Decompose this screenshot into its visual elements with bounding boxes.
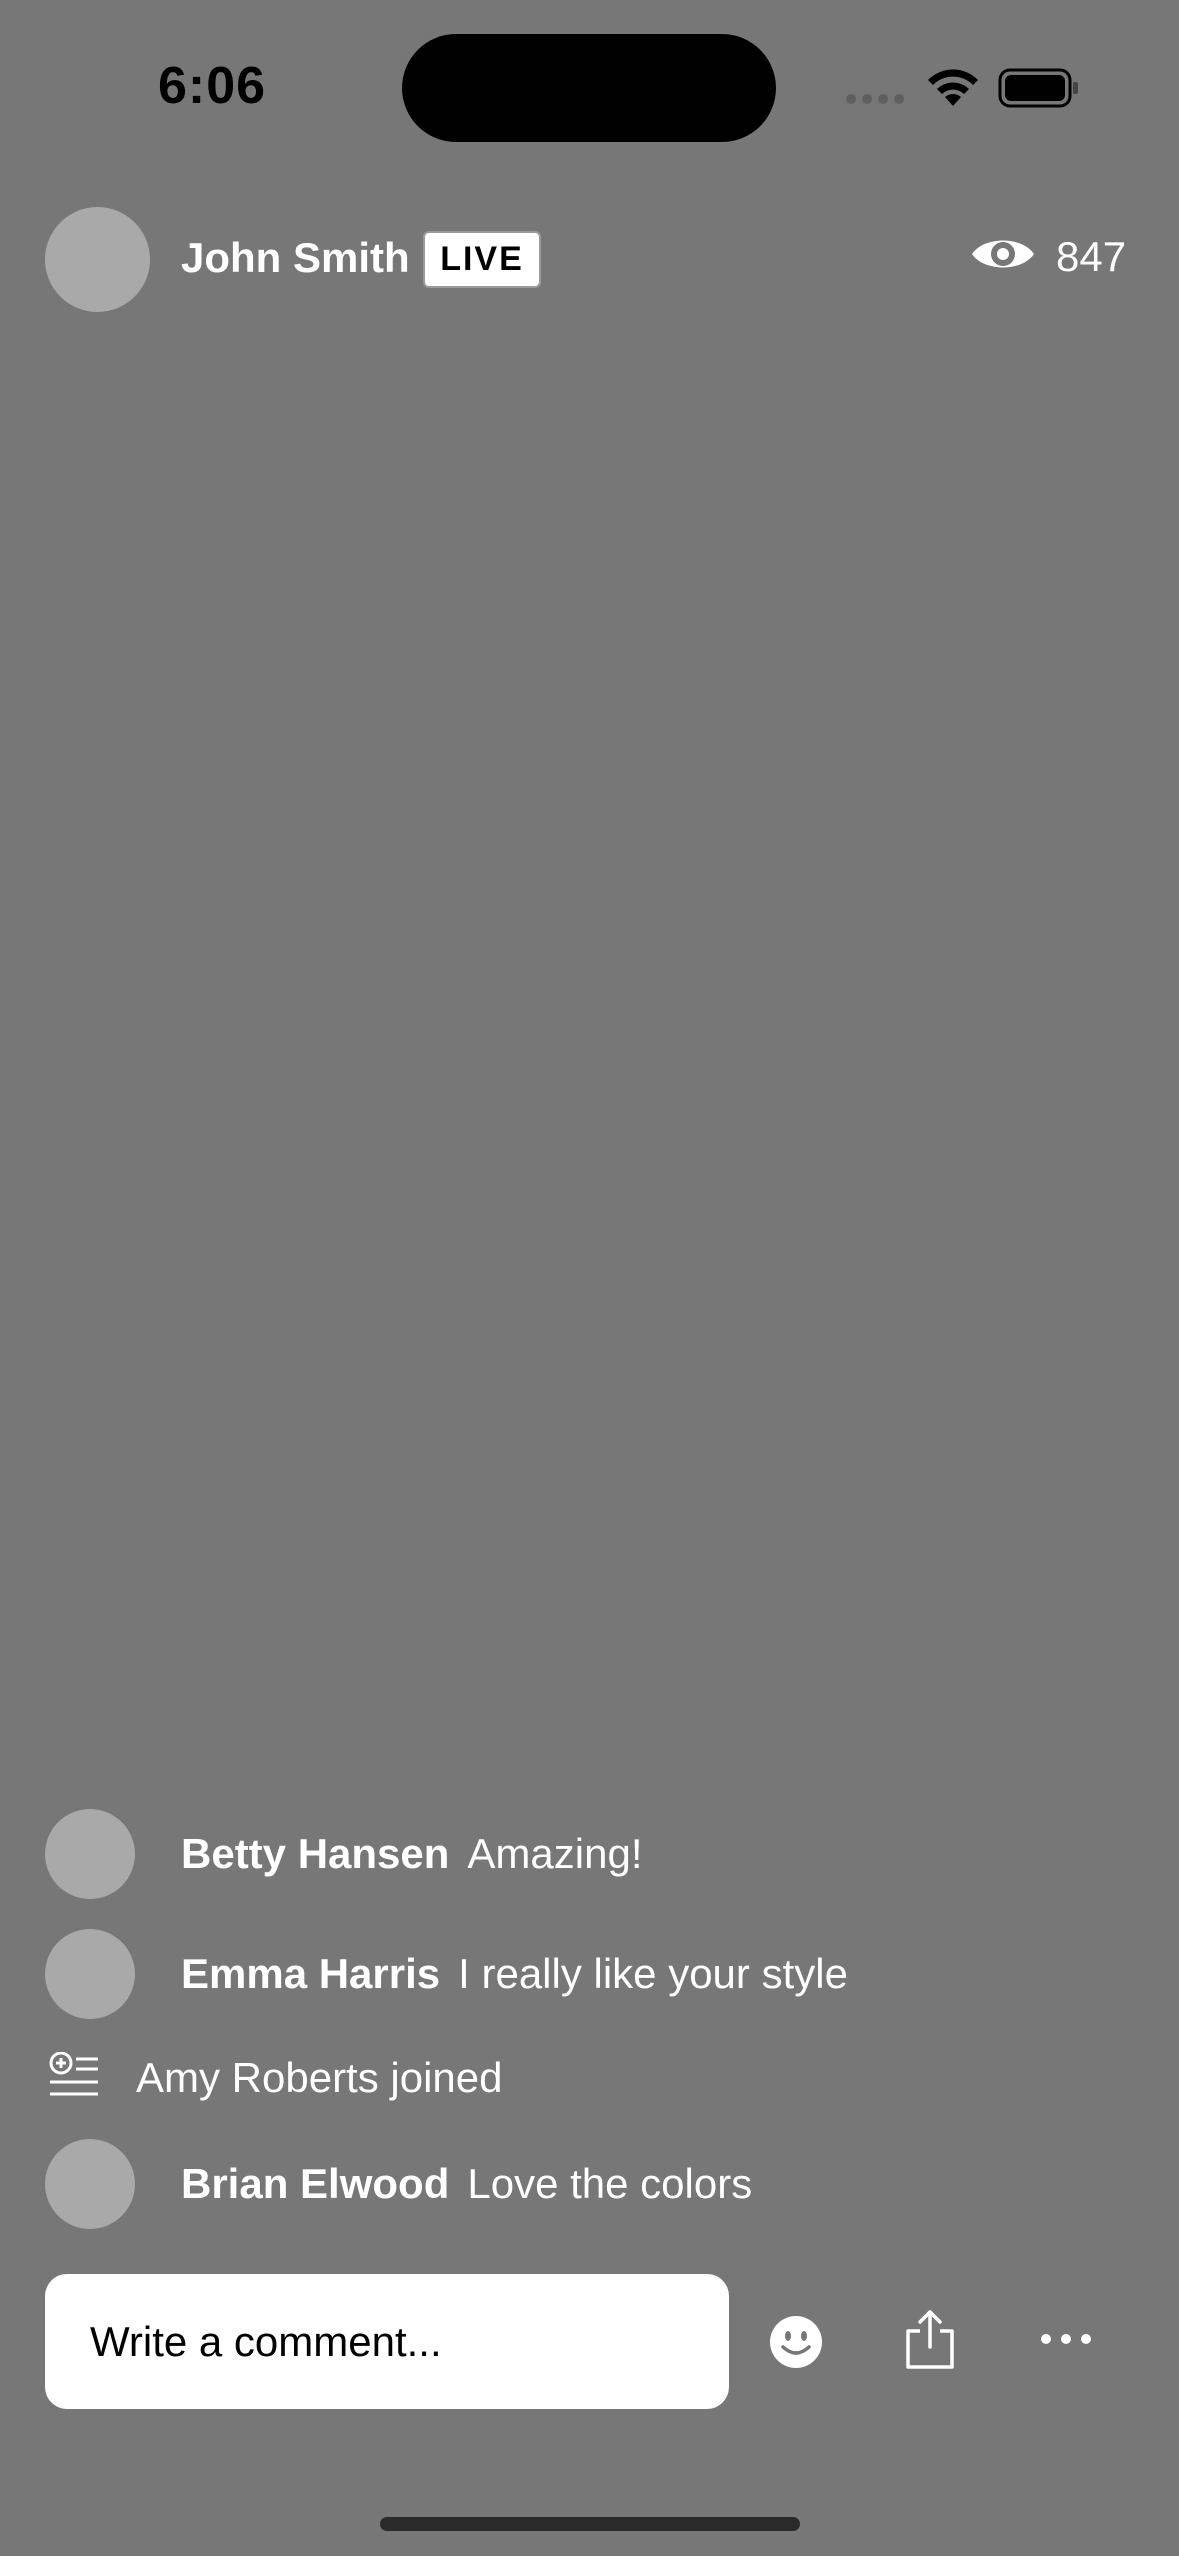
host-name[interactable]: John Smith	[181, 234, 410, 282]
battery-icon	[998, 68, 1080, 113]
share-icon	[904, 2309, 956, 2376]
comment-row: Betty Hansen Amazing!	[45, 1809, 642, 1899]
comment-text: Amazing!	[467, 1830, 643, 1877]
emoji-button[interactable]	[766, 2314, 826, 2374]
comment-row: Brian Elwood Love the colors	[45, 2139, 752, 2229]
home-indicator[interactable]	[380, 2517, 800, 2531]
viewer-counter: 847	[970, 232, 1126, 281]
host-avatar[interactable]	[45, 207, 150, 312]
commenter-avatar[interactable]	[45, 1809, 135, 1899]
dynamic-island	[402, 34, 776, 142]
smiley-icon	[768, 2314, 824, 2375]
comment-row: Emma Harris I really like your style	[45, 1929, 848, 2019]
wifi-icon	[924, 66, 982, 113]
join-event-text: Amy Roberts joined	[136, 2053, 503, 2101]
comment-text: I really like your style	[458, 1950, 848, 1997]
cellular-signal-icon	[846, 94, 904, 104]
viewer-count: 847	[1056, 232, 1127, 280]
status-time: 6:06	[158, 57, 267, 115]
more-icon	[1040, 2332, 1092, 2350]
user-joined-icon	[48, 2051, 100, 2103]
comment-author[interactable]: Betty Hansen	[181, 1830, 449, 1878]
more-button[interactable]	[1036, 2326, 1096, 2356]
commenter-avatar[interactable]	[45, 1929, 135, 2019]
commenter-avatar[interactable]	[45, 2139, 135, 2229]
live-badge: LIVE	[423, 231, 541, 288]
comment-text: Love the colors	[467, 2160, 753, 2207]
live-stream-screen: 6:06 John Smith LIVE 847 Betty Hansen Am…	[0, 0, 1179, 2556]
share-button[interactable]	[900, 2306, 960, 2378]
eye-icon	[970, 232, 1036, 281]
comment-input[interactable]	[45, 2274, 729, 2409]
join-event-row: Amy Roberts joined	[48, 2051, 503, 2103]
comment-author[interactable]: Emma Harris	[181, 1950, 440, 1998]
comment-author[interactable]: Brian Elwood	[181, 2160, 449, 2208]
